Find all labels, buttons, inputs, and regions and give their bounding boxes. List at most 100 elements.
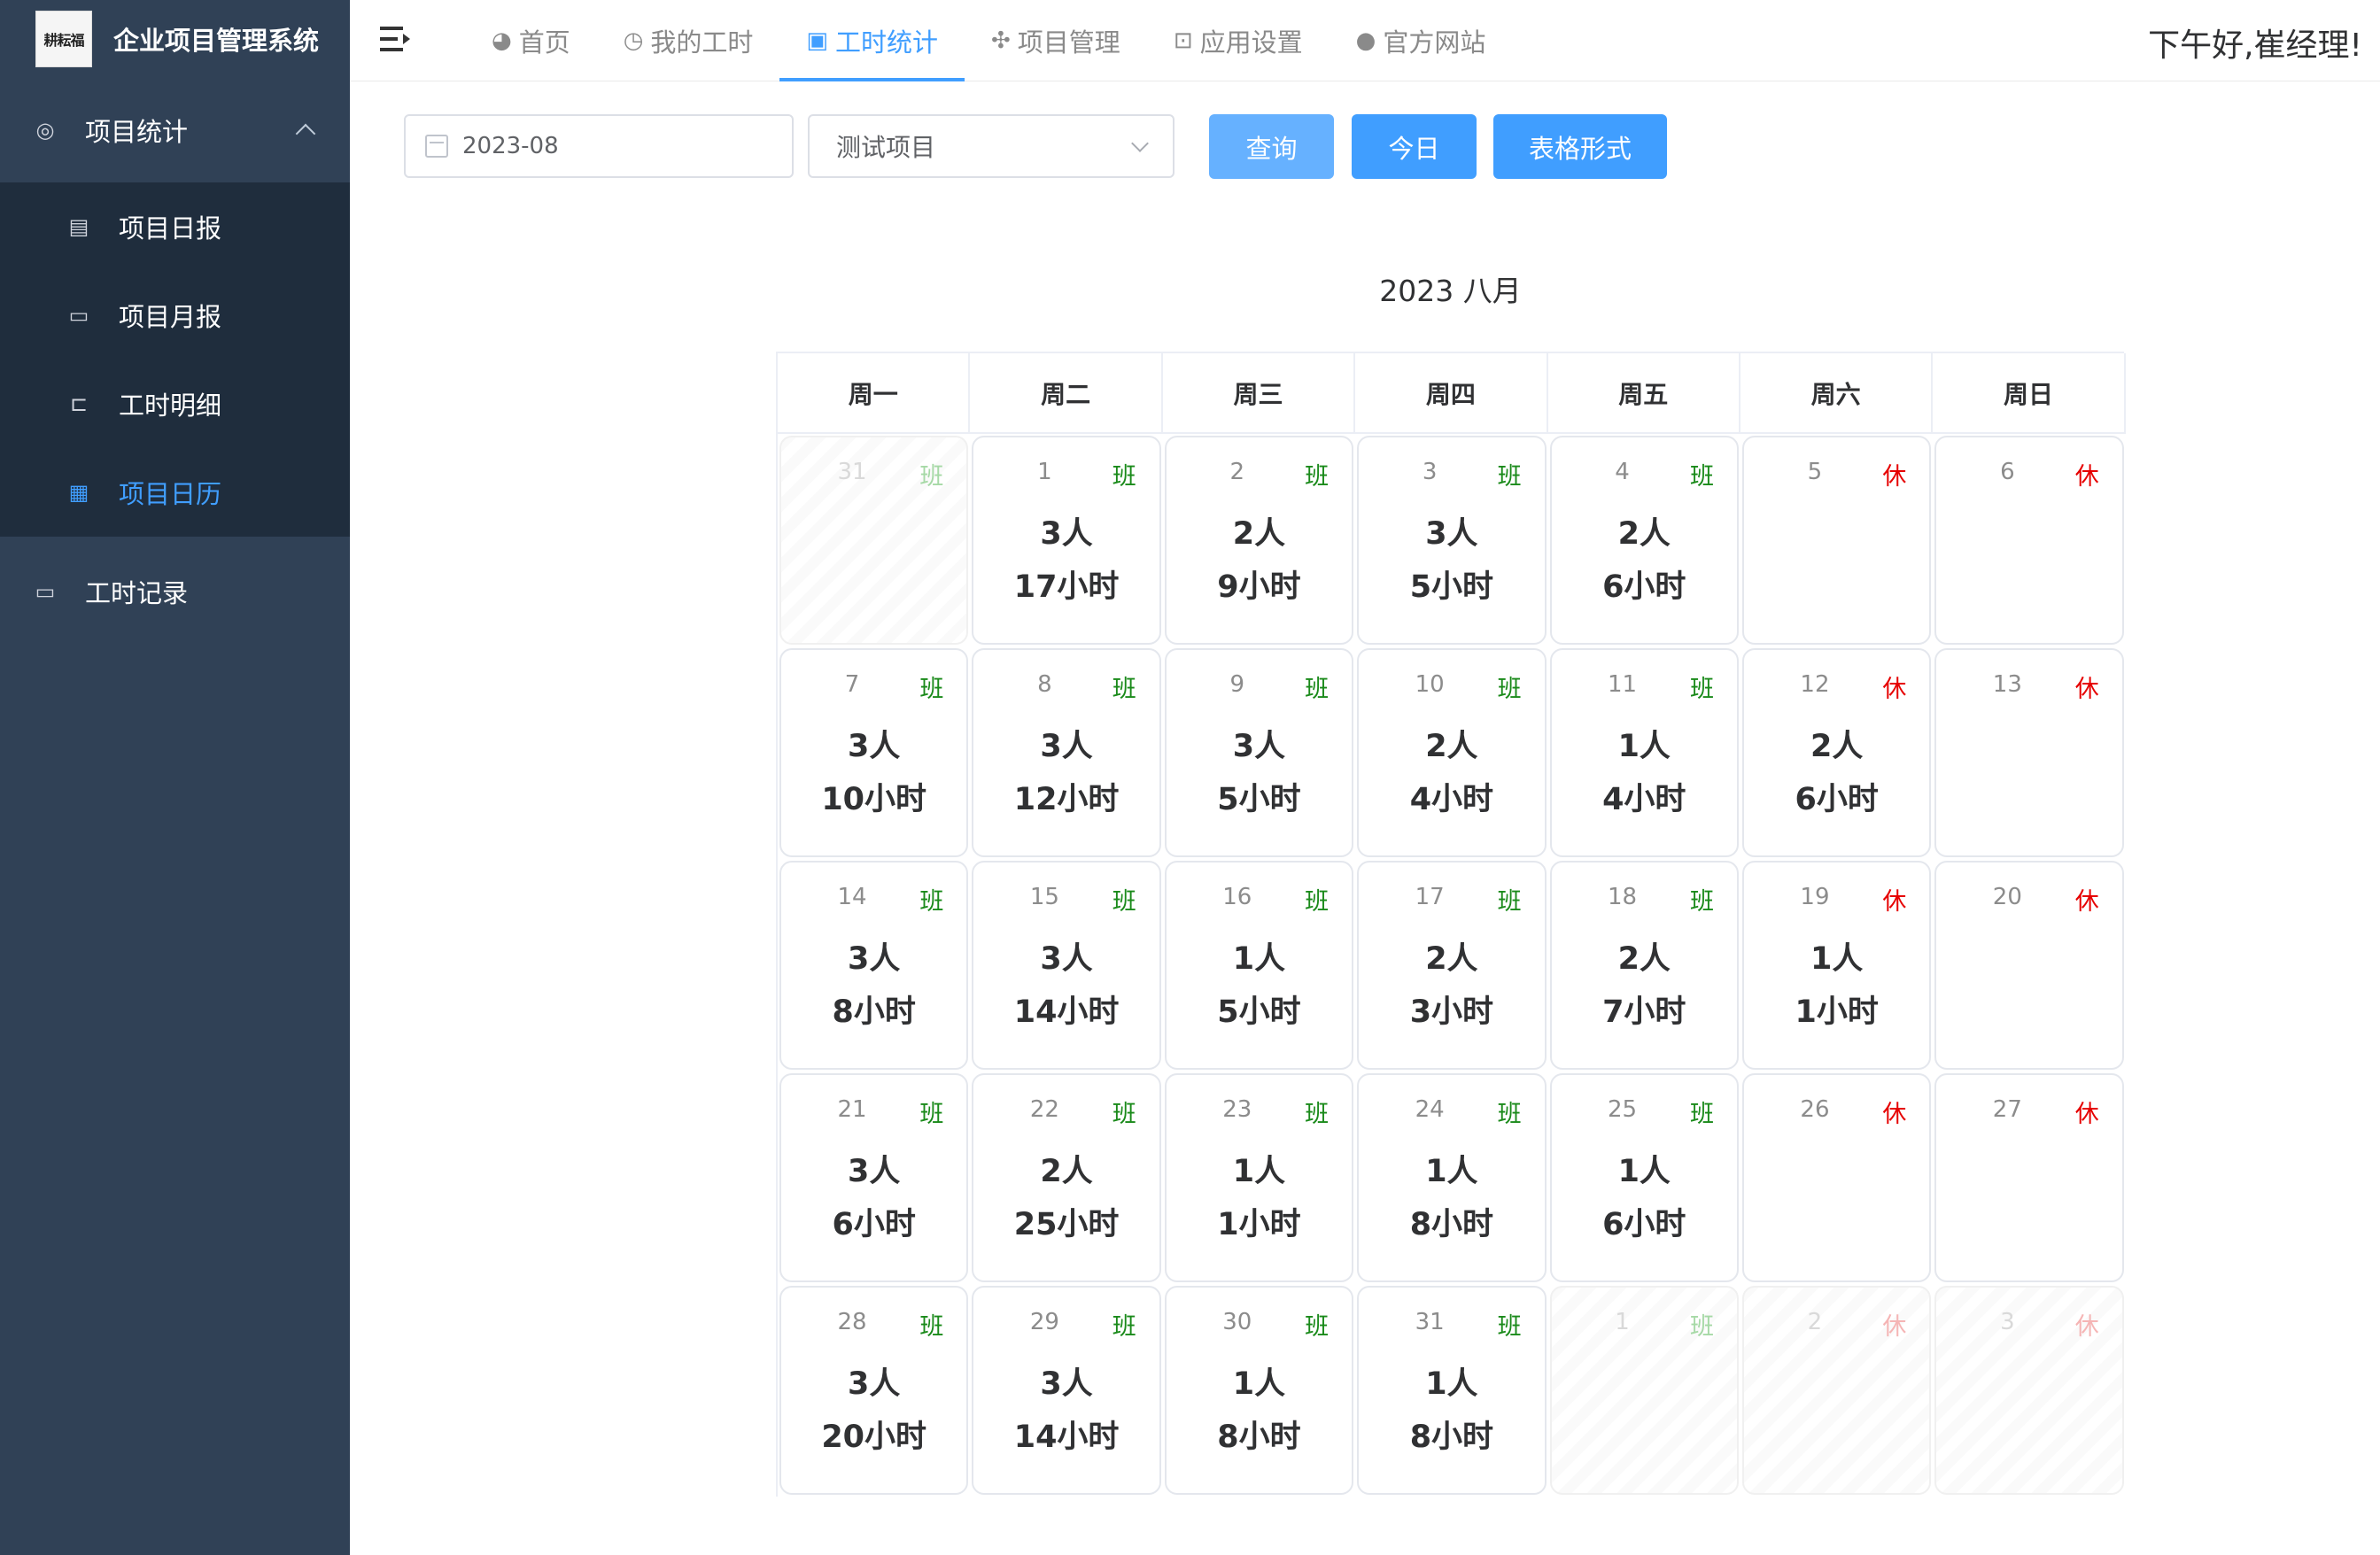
work-day-badge: 班 bbox=[1689, 1313, 1714, 1341]
calendar-day-other-month[interactable]: 31 班 bbox=[779, 436, 969, 645]
project-select[interactable]: 测试项目 bbox=[808, 114, 1174, 178]
calendar-day[interactable]: 16 班 1人 5小时 bbox=[1164, 861, 1354, 1070]
day-number: 5 bbox=[1807, 459, 1823, 485]
calendar-day[interactable]: 15 班 3人 14小时 bbox=[972, 861, 1161, 1070]
work-day-badge: 班 bbox=[1305, 1101, 1330, 1128]
month-picker[interactable]: 2023-08 bbox=[404, 114, 794, 178]
calendar-day[interactable]: 4 班 2人 6小时 bbox=[1549, 436, 1739, 645]
menu-group-label: 项目统计 bbox=[85, 117, 189, 147]
day-number: 15 bbox=[1029, 884, 1059, 910]
sidebar-item-label: 项目月报 bbox=[119, 302, 222, 332]
day-number: 3 bbox=[1422, 459, 1438, 485]
user-greeting[interactable]: 下午好,崔经理! bbox=[2148, 19, 2362, 66]
table-view-button[interactable]: 表格形式 bbox=[1493, 114, 1667, 179]
calendar-day[interactable]: 11 班 1人 4小时 bbox=[1549, 648, 1739, 857]
calendar-day[interactable]: 1 班 3人 17小时 bbox=[972, 436, 1161, 645]
calendar-day[interactable]: 13 休 bbox=[1934, 648, 2124, 857]
people-count: 1人 bbox=[1810, 941, 1864, 977]
month-value: 2023-08 bbox=[462, 133, 559, 159]
people-count: 3人 bbox=[1040, 1366, 1093, 1402]
work-day-badge: 班 bbox=[1305, 463, 1330, 491]
people-count: 2人 bbox=[1232, 516, 1286, 552]
people-count: 1人 bbox=[1232, 941, 1286, 977]
calendar-day[interactable]: 17 班 2人 3小时 bbox=[1357, 861, 1547, 1070]
work-day-badge: 班 bbox=[919, 463, 944, 491]
sidebar: 耕耘福 企业项目管理系统 ◎ 项目统计 ▤ 项目日报 ▭ 项目月报 ⊏ 工时明细… bbox=[0, 0, 350, 1555]
chevron-down-icon bbox=[1131, 135, 1149, 152]
people-count: 2人 bbox=[1617, 941, 1671, 977]
work-day-badge: 班 bbox=[1305, 676, 1330, 703]
calendar-day[interactable]: 8 班 3人 12小时 bbox=[972, 648, 1161, 857]
monitor-icon: ▭ bbox=[35, 579, 56, 604]
calendar-day[interactable]: 14 班 3人 8小时 bbox=[779, 861, 969, 1070]
menu-toggle-icon[interactable] bbox=[380, 25, 410, 55]
calendar-day[interactable]: 18 班 2人 7小时 bbox=[1549, 861, 1739, 1070]
calendar-day[interactable]: 6休 bbox=[1934, 436, 2124, 645]
tab-label: 我的工时 bbox=[650, 27, 754, 58]
day-number: 4 bbox=[1615, 459, 1630, 485]
people-count: 1人 bbox=[1425, 1154, 1478, 1189]
calendar-day[interactable]: 27 休 bbox=[1934, 1073, 2124, 1282]
day-number: 16 bbox=[1222, 884, 1252, 910]
people-count: 1人 bbox=[1425, 1366, 1478, 1402]
calendar-day[interactable]: 7 班 3人 10小时 bbox=[779, 648, 969, 857]
tree-icon: ⊏ bbox=[69, 391, 89, 416]
rest-day-badge: 休 bbox=[2074, 676, 2099, 703]
hours-total: 3小时 bbox=[1409, 994, 1494, 1030]
people-count: 1人 bbox=[1617, 1154, 1671, 1189]
calendar-day[interactable]: 25 班 1人 6小时 bbox=[1549, 1073, 1739, 1282]
work-day-badge: 班 bbox=[1305, 1313, 1330, 1341]
calendar-day-other-month[interactable]: 1班 bbox=[1549, 1286, 1739, 1495]
tab-hours-stats[interactable]: ▣ 工时统计 bbox=[779, 0, 965, 81]
calendar-day[interactable]: 26 休 bbox=[1741, 1073, 1932, 1282]
hours-total: 8小时 bbox=[1409, 1207, 1494, 1242]
calendar-day[interactable]: 3 班 3人 5小时 bbox=[1357, 436, 1547, 645]
calendar-day-other-month[interactable]: 3休 bbox=[1934, 1286, 2124, 1495]
sidebar-item-project-calendar[interactable]: ▦ 项目日历 bbox=[0, 448, 350, 537]
menu-group-project-stats[interactable]: ◎ 项目统计 bbox=[0, 78, 350, 182]
calendar-day[interactable]: 29 班 3人 14小时 bbox=[972, 1286, 1161, 1495]
day-number: 23 bbox=[1222, 1096, 1252, 1123]
day-number: 26 bbox=[1800, 1096, 1830, 1123]
tab-my-hours[interactable]: ◷ 我的工时 bbox=[597, 0, 780, 81]
calendar-day[interactable]: 30 班 1人 8小时 bbox=[1164, 1286, 1354, 1495]
sidebar-item-monthly-report[interactable]: ▭ 项目月报 bbox=[0, 271, 350, 360]
calendar-day[interactable]: 31 班 1人 8小时 bbox=[1357, 1286, 1547, 1495]
hours-total: 6小时 bbox=[1795, 782, 1879, 817]
calendar-day[interactable]: 28 班 3人 20小时 bbox=[779, 1286, 969, 1495]
hours-total: 10小时 bbox=[821, 782, 927, 817]
puzzle-icon: ✣ bbox=[991, 27, 1011, 54]
day-number: 13 bbox=[1992, 671, 2022, 698]
calendar-day-other-month[interactable]: 2休 bbox=[1741, 1286, 1932, 1495]
work-day-badge: 班 bbox=[1689, 888, 1714, 916]
day-number: 24 bbox=[1415, 1096, 1445, 1123]
sidebar-item-hours-record[interactable]: ▭ 工时记录 bbox=[0, 537, 350, 646]
calendar-day[interactable]: 22 班 2人 25小时 bbox=[972, 1073, 1161, 1282]
work-day-badge: 班 bbox=[919, 888, 944, 916]
app-title: 企业项目管理系统 bbox=[113, 26, 320, 56]
weekday-header: 周六 bbox=[1740, 353, 1934, 434]
calendar-day[interactable]: 19 休 1人 1小时 bbox=[1741, 861, 1932, 1070]
today-button[interactable]: 今日 bbox=[1352, 114, 1477, 179]
calendar-day[interactable]: 5休 bbox=[1741, 436, 1932, 645]
calendar-day[interactable]: 20 休 bbox=[1934, 861, 2124, 1070]
tab-app-settings[interactable]: ⊡ 应用设置 bbox=[1147, 0, 1330, 81]
tab-official-site[interactable]: ● 官方网站 bbox=[1330, 0, 1513, 81]
tab-project-manage[interactable]: ✣ 项目管理 bbox=[965, 0, 1147, 81]
query-button[interactable]: 查询 bbox=[1209, 114, 1334, 179]
calendar-day[interactable]: 21 班 3人 6小时 bbox=[779, 1073, 969, 1282]
work-day-badge: 班 bbox=[919, 1101, 944, 1128]
calendar-day[interactable]: 24 班 1人 8小时 bbox=[1357, 1073, 1547, 1282]
calendar-day[interactable]: 23 班 1人 1小时 bbox=[1164, 1073, 1354, 1282]
hours-total: 14小时 bbox=[1013, 1420, 1120, 1455]
calendar-day[interactable]: 10 班 2人 4小时 bbox=[1357, 648, 1547, 857]
calendar-day[interactable]: 12 休 2人 6小时 bbox=[1741, 648, 1932, 857]
rest-day-badge: 休 bbox=[2074, 463, 2099, 491]
work-day-badge: 班 bbox=[1305, 888, 1330, 916]
sidebar-item-hours-detail[interactable]: ⊏ 工时明细 bbox=[0, 360, 350, 448]
top-nav: ◕ 首页 ◷ 我的工时 ▣ 工时统计 ✣ 项目管理 ⊡ 应用设置 ● 官方网站 … bbox=[350, 0, 2380, 81]
tab-home[interactable]: ◕ 首页 bbox=[465, 0, 597, 81]
calendar-day[interactable]: 2 班 2人 9小时 bbox=[1164, 436, 1354, 645]
sidebar-item-daily-report[interactable]: ▤ 项目日报 bbox=[0, 182, 350, 271]
calendar-day[interactable]: 9 班 3人 5小时 bbox=[1164, 648, 1354, 857]
